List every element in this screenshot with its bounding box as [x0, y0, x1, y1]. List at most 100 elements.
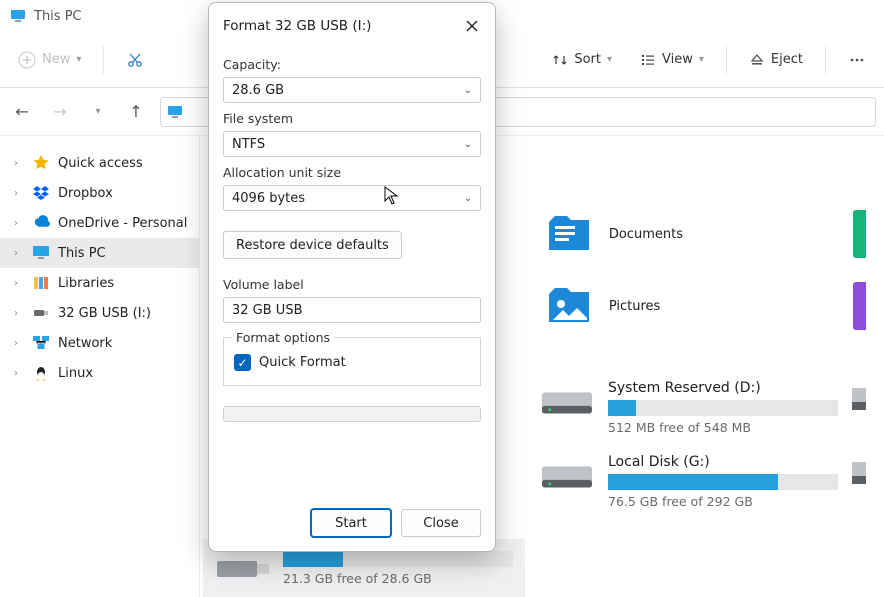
monitor-icon: [167, 104, 183, 120]
drive-name: System Reserved (D:): [608, 380, 838, 396]
drive-usage-fill: [608, 400, 636, 416]
filesystem-value: NTFS: [232, 137, 265, 152]
drive-free-text: 512 MB free of 548 MB: [608, 420, 838, 435]
chevron-down-icon: ⌄: [464, 139, 472, 150]
forward-button[interactable]: →: [46, 98, 74, 126]
allocation-select[interactable]: 4096 bytes ⌄: [223, 185, 481, 211]
libraries-icon: [32, 274, 50, 292]
volume-label-label: Volume label: [223, 277, 481, 292]
drive-usage-bar: [283, 551, 513, 567]
recent-button[interactable]: ▾: [84, 98, 112, 126]
sort-icon: [552, 52, 568, 68]
separator: [726, 46, 727, 74]
onedrive-icon: [32, 214, 50, 232]
chevron-down-icon: ⌄: [464, 193, 472, 204]
start-button[interactable]: Start: [311, 509, 391, 537]
chevron-right-icon: ›: [14, 158, 24, 169]
drive-name: Local Disk (G:): [608, 454, 838, 470]
close-button[interactable]: [459, 13, 485, 39]
scissors-icon: [126, 51, 144, 69]
back-button[interactable]: ←: [8, 98, 36, 126]
dialog-title-bar: Format 32 GB USB (I:): [209, 3, 495, 47]
sort-label: Sort: [574, 52, 601, 67]
view-button[interactable]: View ▾: [630, 46, 714, 74]
format-options-label: Format options: [232, 330, 334, 345]
more-button[interactable]: [838, 45, 876, 75]
usb-icon: [32, 304, 50, 322]
monitor-icon: [10, 8, 26, 24]
network-icon: [32, 334, 50, 352]
chevron-right-icon: ›: [14, 248, 24, 259]
sidebar-item-label: 32 GB USB (I:): [58, 306, 151, 321]
format-dialog: Format 32 GB USB (I:) Capacity: 28.6 GB …: [208, 2, 496, 552]
monitor-icon: [32, 244, 50, 262]
sidebar-item-linux[interactable]: › Linux: [0, 358, 199, 388]
checkbox-checked-icon: ✓: [234, 354, 251, 371]
quick-format-checkbox[interactable]: ✓ Quick Format: [234, 354, 470, 371]
usb-drive-icon: [215, 549, 271, 589]
sidebar-item-usb[interactable]: › 32 GB USB (I:): [0, 298, 199, 328]
separator: [103, 46, 104, 74]
folder-pictures[interactable]: Pictures: [545, 282, 829, 330]
up-button[interactable]: ↑: [122, 98, 150, 126]
volume-label-input[interactable]: 32 GB USB: [223, 297, 481, 323]
sidebar-item-label: Linux: [58, 366, 93, 381]
allocation-label: Allocation unit size: [223, 165, 481, 180]
sidebar-item-dropbox[interactable]: › Dropbox: [0, 178, 199, 208]
capacity-select[interactable]: 28.6 GB ⌄: [223, 77, 481, 103]
new-label: New: [42, 52, 70, 67]
chevron-right-icon: ›: [14, 308, 24, 319]
sidebar-item-label: Network: [58, 336, 112, 351]
volume-label-value: 32 GB USB: [232, 303, 302, 318]
sidebar-item-label: This PC: [58, 246, 106, 261]
restore-defaults-button[interactable]: Restore device defaults: [223, 231, 402, 259]
window-title: This PC: [34, 9, 82, 24]
sidebar-item-this-pc[interactable]: › This PC: [0, 238, 199, 268]
drive-free-text: 21.3 GB free of 28.6 GB: [283, 571, 513, 586]
allocation-value: 4096 bytes: [232, 191, 305, 206]
chevron-down-icon: ▾: [76, 54, 81, 65]
chevron-right-icon: ›: [14, 218, 24, 229]
drive-usage-bar: [608, 400, 838, 416]
drive-usage-fill: [608, 474, 778, 490]
sidebar-item-network[interactable]: › Network: [0, 328, 199, 358]
filesystem-label: File system: [223, 111, 481, 126]
view-icon: [640, 52, 656, 68]
chevron-down-icon: ▾: [607, 54, 612, 65]
sidebar-item-onedrive[interactable]: › OneDrive - Personal: [0, 208, 199, 238]
sort-button[interactable]: Sort ▾: [542, 46, 622, 74]
folder-label: Documents: [609, 227, 683, 242]
pictures-folder-icon: [545, 282, 593, 330]
folder-documents[interactable]: Documents: [545, 210, 829, 258]
capacity-label: Capacity:: [223, 57, 481, 72]
documents-folder-icon: [545, 210, 593, 258]
quick-format-label: Quick Format: [259, 355, 346, 370]
more-icon: [848, 51, 866, 69]
progress-bar: [223, 406, 481, 422]
folder-partial[interactable]: [853, 282, 866, 330]
sidebar: › Quick access › Dropbox › OneDrive - Pe…: [0, 136, 200, 597]
sidebar-item-label: Dropbox: [58, 186, 113, 201]
drive-icon: [540, 456, 594, 496]
drive-free-text: 76.5 GB free of 292 GB: [608, 494, 838, 509]
chevron-right-icon: ›: [14, 188, 24, 199]
drive-usage-bar: [608, 474, 838, 490]
filesystem-select[interactable]: NTFS ⌄: [223, 131, 481, 157]
chevron-right-icon: ›: [14, 368, 24, 379]
drive-icon: [540, 382, 594, 422]
folder-partial[interactable]: [853, 210, 866, 258]
new-button[interactable]: New ▾: [8, 45, 91, 75]
eject-button[interactable]: Eject: [739, 46, 813, 74]
close-icon: [466, 20, 478, 32]
close-dialog-button[interactable]: Close: [401, 509, 481, 537]
eject-label: Eject: [771, 52, 803, 67]
drive-partial: [852, 380, 866, 440]
linux-icon: [32, 364, 50, 382]
sidebar-item-quick-access[interactable]: › Quick access: [0, 148, 199, 178]
cut-button[interactable]: [116, 45, 154, 75]
capacity-value: 28.6 GB: [232, 83, 284, 98]
sidebar-item-libraries[interactable]: › Libraries: [0, 268, 199, 298]
drive-partial: [852, 454, 866, 514]
chevron-right-icon: ›: [14, 338, 24, 349]
plus-circle-icon: [18, 51, 36, 69]
